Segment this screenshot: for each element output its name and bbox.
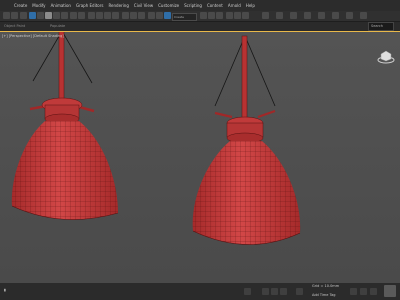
toolbar-extra5-icon[interactable]	[318, 12, 325, 19]
material-editor-icon[interactable]	[216, 12, 223, 19]
menu-rendering[interactable]: Rendering	[103, 0, 128, 11]
zoom-icon[interactable]	[350, 288, 357, 295]
mirror-icon[interactable]	[130, 12, 137, 19]
play-icon[interactable]	[271, 288, 278, 295]
next-frame-icon[interactable]	[280, 288, 287, 295]
ribbon: Object Paint Populate	[0, 22, 400, 31]
render-icon[interactable]	[242, 12, 249, 19]
reference-coord-icon[interactable]	[70, 12, 77, 19]
scale-icon[interactable]	[61, 12, 68, 19]
move-icon[interactable]	[45, 12, 52, 19]
align-icon[interactable]	[138, 12, 145, 19]
redo-icon[interactable]	[11, 12, 18, 19]
menu-modify[interactable]: Modify	[27, 0, 45, 11]
angle-snap-icon[interactable]	[96, 12, 103, 19]
menu-bar: Create Modify Animation Graph Editors Re…	[0, 0, 400, 11]
menu-arnold[interactable]: Arnold	[223, 0, 241, 11]
menu-customize[interactable]: Customize	[153, 0, 179, 11]
ribbon-tab-object-paint[interactable]: Object Paint	[4, 22, 25, 31]
time-config-icon[interactable]	[296, 288, 303, 295]
search-input[interactable]: Search	[368, 22, 394, 31]
schematic-view-icon[interactable]	[208, 12, 215, 19]
undo-icon[interactable]	[3, 12, 10, 19]
key-mode-icon[interactable]	[244, 288, 251, 295]
scene-render	[11, 32, 301, 245]
toolbar-extra3-icon[interactable]	[290, 12, 297, 19]
toolbar-extra2-icon[interactable]	[276, 12, 283, 19]
pendant-lamp-left	[11, 32, 119, 220]
maximize-viewport-icon[interactable]	[384, 285, 396, 297]
script-listener[interactable]: ▮	[4, 288, 6, 292]
select-icon[interactable]	[29, 12, 36, 19]
status-bar: ▮ Grid = 10.0mm Add Time Tag	[0, 283, 400, 300]
curve-editor-icon[interactable]	[200, 12, 207, 19]
menu-content[interactable]: Content	[202, 0, 223, 11]
menu-animation[interactable]: Animation	[46, 0, 71, 11]
selection-set-dropdown[interactable]: Create Selection Set	[172, 13, 197, 25]
pan-icon[interactable]	[370, 288, 377, 295]
link-icon[interactable]	[20, 12, 27, 19]
named-selection-icon[interactable]	[122, 12, 129, 19]
viewport-label[interactable]: [+] [Perspective] [Default Shading]	[2, 34, 64, 38]
menu-create[interactable]: Create	[0, 0, 27, 11]
select-region-icon[interactable]	[37, 12, 44, 19]
menu-help[interactable]: Help	[241, 0, 255, 11]
selection-filter-icon[interactable]	[164, 12, 171, 19]
pendant-lamp-right	[192, 35, 301, 245]
ribbon-toggle-icon[interactable]	[156, 12, 163, 19]
render-setup-icon[interactable]	[226, 12, 233, 19]
layer-icon[interactable]	[148, 12, 155, 19]
menu-graph-editors[interactable]: Graph Editors	[71, 0, 103, 11]
toolbar-extra4-icon[interactable]	[304, 12, 311, 19]
snap-icon[interactable]	[88, 12, 95, 19]
main-toolbar: Create Selection Set	[0, 11, 400, 25]
zoom-all-icon[interactable]	[360, 288, 367, 295]
toolbar-extra-icon[interactable]	[262, 12, 269, 19]
render-frame-icon[interactable]	[234, 12, 241, 19]
viewcube-icon[interactable]	[377, 48, 395, 64]
add-time-tag[interactable]: Add Time Tag	[312, 293, 336, 297]
toolbar-extra7-icon[interactable]	[346, 12, 353, 19]
menu-civil-view[interactable]: Civil View	[129, 0, 153, 11]
grid-readout: Grid = 10.0mm	[312, 284, 340, 288]
pivot-icon[interactable]	[78, 12, 85, 19]
perspective-viewport[interactable]: [+] [Perspective] [Default Shading]	[0, 31, 400, 284]
rotate-icon[interactable]	[53, 12, 60, 19]
ribbon-tab-populate[interactable]: Populate	[50, 22, 65, 31]
toolbar-extra8-icon[interactable]	[360, 12, 367, 19]
toolbar-extra6-icon[interactable]	[332, 12, 339, 19]
menu-scripting[interactable]: Scripting	[179, 0, 202, 11]
percent-snap-icon[interactable]	[104, 12, 111, 19]
spinner-snap-icon[interactable]	[112, 12, 119, 19]
prev-frame-icon[interactable]	[262, 288, 269, 295]
